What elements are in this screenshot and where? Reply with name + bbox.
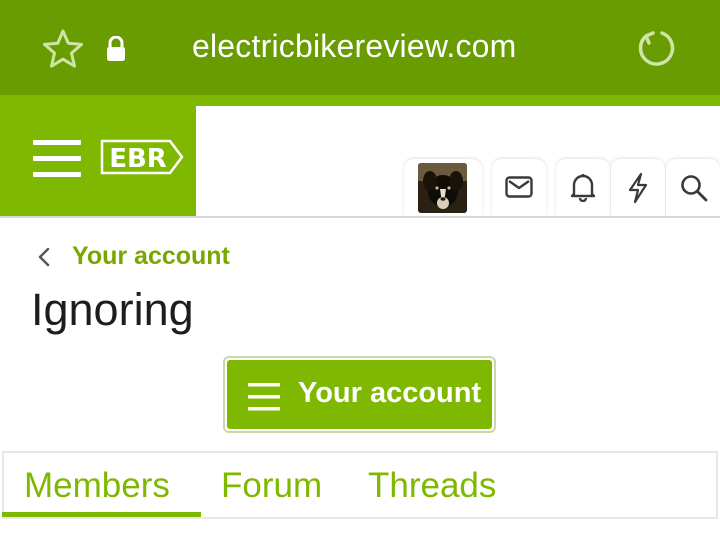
svg-text:EBR: EBR	[109, 144, 167, 174]
account-avatar-tab[interactable]	[404, 159, 482, 217]
chevron-left-icon[interactable]	[36, 246, 52, 268]
ignore-tabs: Members Forum Threads	[2, 451, 718, 519]
your-account-button[interactable]: Your account	[223, 356, 496, 433]
search-icon	[681, 175, 708, 202]
menu-icon	[248, 383, 280, 411]
header-divider	[0, 216, 720, 218]
browser-toolbar: electricbikereview.com	[0, 0, 720, 95]
avatar[interactable]	[418, 163, 467, 213]
tab-threads[interactable]: Threads	[368, 466, 496, 506]
whats-new-tab[interactable]	[611, 159, 665, 217]
your-account-button-label: Your account	[298, 377, 482, 409]
url-text[interactable]: electricbikereview.com	[192, 28, 517, 65]
bell-icon	[570, 174, 596, 202]
hamburger-menu-icon[interactable]	[30, 139, 84, 179]
reload-icon[interactable]	[634, 26, 678, 70]
search-tab[interactable]	[666, 159, 720, 217]
page-title: Ignoring	[31, 284, 194, 335]
alerts-tab[interactable]	[556, 159, 610, 217]
lightning-icon	[628, 172, 648, 204]
active-tab-indicator	[2, 512, 201, 517]
your-account-button-body[interactable]: Your account	[227, 360, 492, 429]
tab-members[interactable]: Members	[24, 466, 170, 506]
envelope-icon	[505, 176, 533, 198]
inbox-tab[interactable]	[492, 159, 546, 217]
lock-icon	[107, 36, 125, 61]
breadcrumb-link[interactable]: Your account	[72, 242, 230, 271]
site-logo[interactable]: EBR	[100, 139, 184, 175]
star-icon[interactable]	[42, 28, 84, 70]
tab-forum[interactable]: Forum	[221, 466, 322, 506]
